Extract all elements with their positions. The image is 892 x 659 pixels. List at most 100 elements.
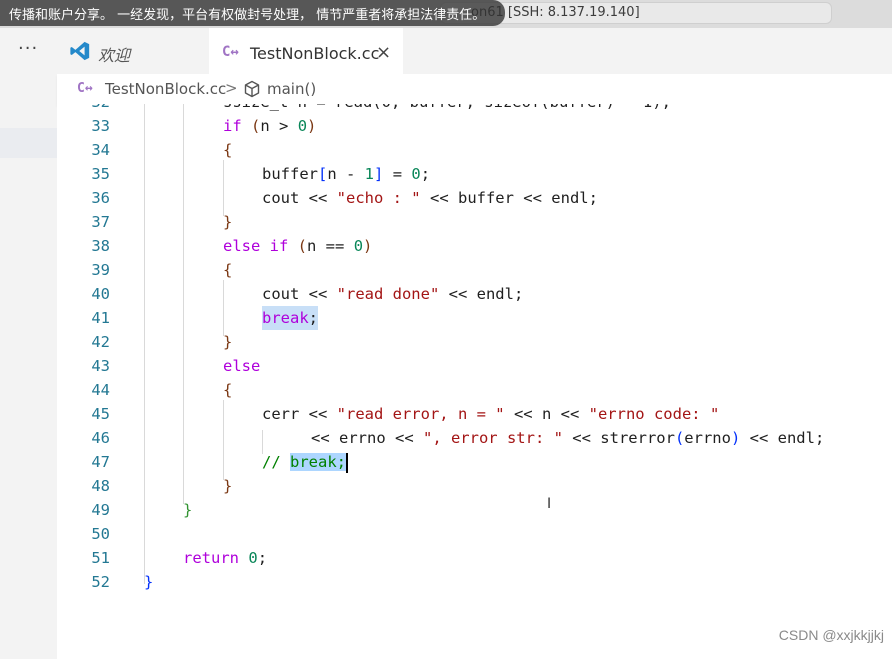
code-text: n == <box>307 237 354 255</box>
breadcrumb-symbol[interactable]: main() <box>267 80 316 98</box>
bracket: ( <box>297 237 308 255</box>
code-line: 34 { <box>57 138 892 162</box>
code-text: << endl; <box>740 429 825 447</box>
brace: } <box>144 573 154 591</box>
line-number: 47 <box>91 453 110 471</box>
code-line: 47 // break; <box>57 450 892 474</box>
brace: } <box>183 501 193 519</box>
tab-bar: 欢迎 C↔ TestNonBlock.cc × <box>57 28 892 74</box>
code-text: ; <box>420 165 431 183</box>
line-number: 46 <box>91 429 110 447</box>
line-number: 52 <box>91 573 110 591</box>
number-literal: 0 <box>353 237 364 255</box>
keyword: if <box>223 117 242 135</box>
code-line: 35 buffer[n - 1] = 0; <box>57 162 892 186</box>
code-text: ; <box>257 549 268 567</box>
brace: { <box>223 141 233 159</box>
code-text: cerr << <box>262 405 337 423</box>
code-line: 41 break; <box>57 306 892 330</box>
more-actions-icon[interactable]: ··· <box>18 38 38 59</box>
code-line: 37 } <box>57 210 892 234</box>
number-literal: 0 <box>297 117 308 135</box>
string-literal: "read error, n = " <box>336 405 505 423</box>
cpp-file-icon: C↔ <box>77 81 93 96</box>
close-icon[interactable]: × <box>376 42 391 63</box>
line-number: 42 <box>91 333 110 351</box>
code-line: 49 } <box>57 498 892 522</box>
code-editor[interactable]: 32 ssize_t n = read(0, buffer, sizeof(bu… <box>57 104 892 659</box>
number-literal: 0 <box>248 549 258 567</box>
code-text: buffer <box>262 165 318 183</box>
keyword: else <box>223 357 261 375</box>
code-line: 45 cerr << "read error, n = " << n << "e… <box>57 402 892 426</box>
breadcrumb-file[interactable]: TestNonBlock.cc <box>105 80 226 98</box>
bracket: ( <box>674 429 685 447</box>
selected-text: break; <box>290 453 346 471</box>
code-line: 43 else <box>57 354 892 378</box>
code-line: 40 cout << "read done" << endl; <box>57 282 892 306</box>
code-line: 39 { <box>57 258 892 282</box>
line-number: 35 <box>91 165 110 183</box>
mouse-ibeam-cursor-icon: I <box>547 496 552 512</box>
code-text: n - <box>327 165 365 183</box>
cpp-file-icon: C↔ <box>222 44 239 60</box>
tab-label: 欢迎 <box>98 46 131 65</box>
line-number: 44 <box>91 381 110 399</box>
tab-testnonblock[interactable]: C↔ TestNonBlock.cc × <box>209 28 403 74</box>
code-line: 42 } <box>57 330 892 354</box>
notice-banner: 传播和账户分享。 一经发现，平台有权做封号处理， 情节严重者将承担法律责任。 <box>0 0 505 26</box>
bracket: ) <box>307 117 317 135</box>
code-text: << endl; <box>439 285 524 303</box>
brace: } <box>223 333 233 351</box>
method-cube-icon <box>243 80 261 102</box>
line-number: 38 <box>91 237 110 255</box>
line-number: 43 <box>91 357 110 375</box>
line-number: 39 <box>91 261 110 279</box>
line-number: 37 <box>91 213 110 231</box>
code-text: << strerror <box>562 429 675 447</box>
line-number: 51 <box>91 549 110 567</box>
code-line: 36 cout << "echo : " << buffer << endl; <box>57 186 892 210</box>
code-text: << n << <box>504 405 589 423</box>
watermark: CSDN @xxjkkjjkj <box>778 627 884 643</box>
bracket: ( <box>251 117 261 135</box>
string-literal: "errno code: " <box>588 405 720 423</box>
activity-bar: ··· <box>0 28 58 659</box>
line-number: 34 <box>91 141 110 159</box>
brace: { <box>223 261 233 279</box>
text-cursor <box>346 452 348 473</box>
tab-welcome[interactable]: 欢迎 <box>57 28 209 74</box>
code-text: n > <box>260 117 298 135</box>
code-line: 51 return 0; <box>57 546 892 570</box>
chevron-right-icon: > <box>225 79 238 97</box>
bracket: ] <box>374 165 384 183</box>
breadcrumb: C↔ TestNonBlock.cc > main() <box>57 74 892 105</box>
activity-highlight <box>0 128 57 158</box>
line-number: 41 <box>91 309 110 327</box>
code-line: 38 else if (n == 0) <box>57 234 892 258</box>
line-number: 45 <box>91 405 110 423</box>
line-number: 49 <box>91 501 110 519</box>
string-literal: "read done" <box>336 285 440 303</box>
brace: { <box>223 381 233 399</box>
bracket: ) <box>363 237 373 255</box>
tab-label: TestNonBlock.cc <box>250 44 380 63</box>
code-line: 33 if (n > 0) <box>57 114 892 138</box>
code-text: ssize_t n = read(0, buffer, sizeof(buffe… <box>223 104 671 114</box>
vscode-logo-icon <box>69 40 91 66</box>
code-line: 48 } <box>57 474 892 498</box>
brace: } <box>223 213 233 231</box>
code-line: 32 ssize_t n = read(0, buffer, sizeof(bu… <box>57 104 892 114</box>
code-text: cout << <box>262 189 337 207</box>
code-line: 44 { <box>57 378 892 402</box>
code-line: 52 } <box>57 570 892 594</box>
string-literal: ", error str: " <box>422 429 563 447</box>
keyword: break <box>262 309 309 327</box>
comment: // <box>262 453 290 471</box>
line-number: 33 <box>91 117 110 135</box>
code-text: errno <box>684 429 731 447</box>
line-number: 40 <box>91 285 110 303</box>
